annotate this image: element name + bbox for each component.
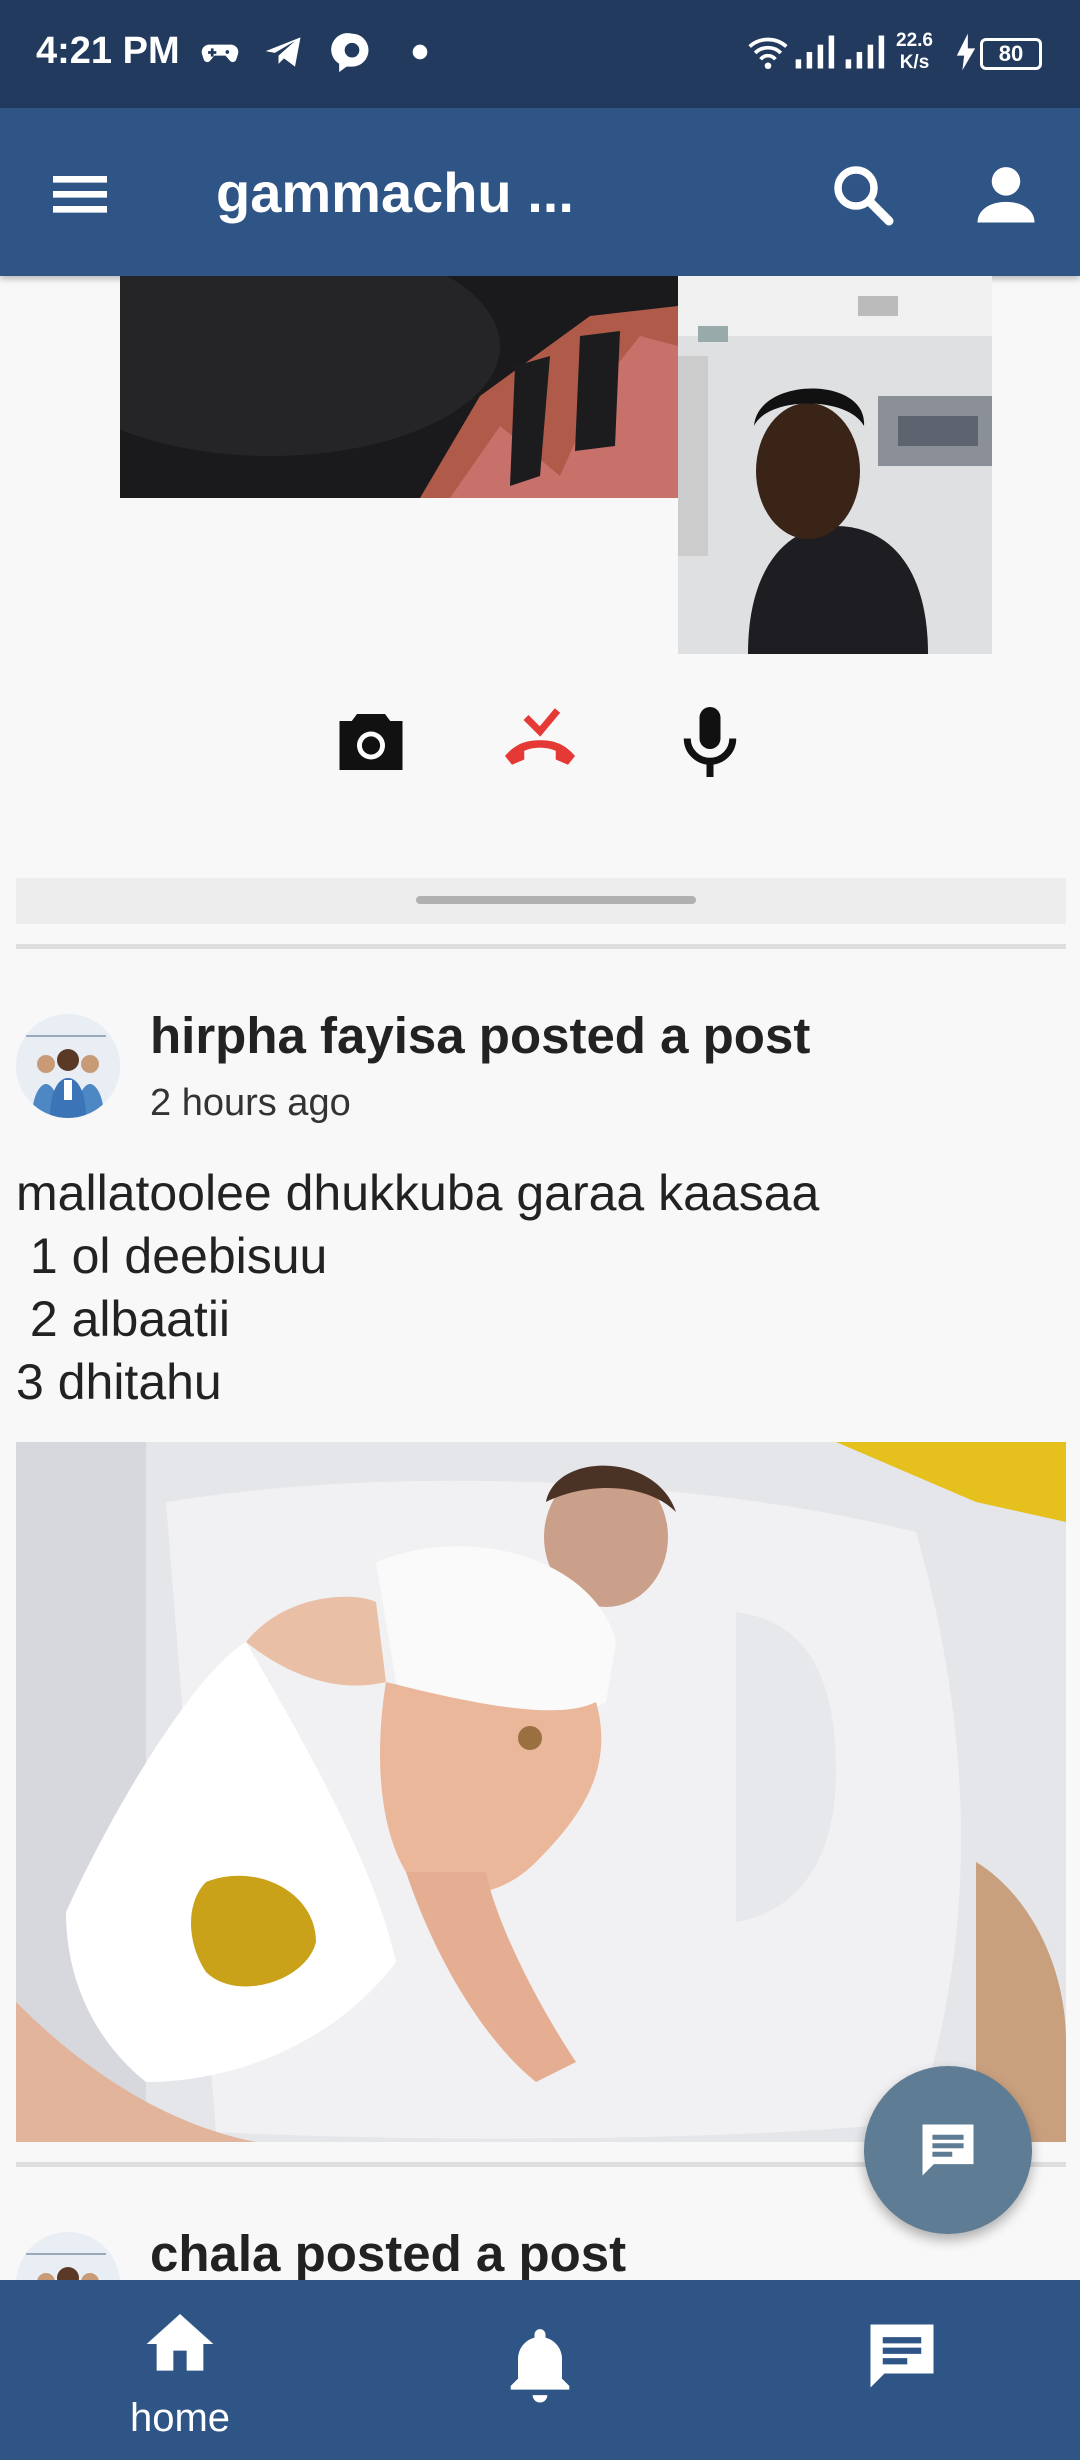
network-speed-unit: K/s — [899, 52, 930, 73]
drag-handle[interactable] — [416, 896, 696, 904]
chat-app-icon — [331, 33, 369, 73]
bell-icon — [510, 2329, 570, 2403]
status-bar: 4:21 PM 22.6 K/s 80 — [0, 0, 1080, 108]
network-speed-value: 22.6 — [896, 30, 933, 51]
page-title: gammachu ... — [216, 161, 574, 224]
signal-icon — [795, 35, 835, 69]
post-body: mallatoolee dhukkuba garaa kaasaa 1 ol d… — [16, 1162, 1056, 1414]
message-icon — [922, 2124, 974, 2176]
charging-icon — [956, 33, 976, 71]
post-image[interactable] — [16, 1442, 1066, 2142]
divider — [16, 944, 1066, 949]
post-body-line: 3 dhitahu — [16, 1354, 222, 1410]
home-icon — [146, 2314, 214, 2371]
wifi-icon — [748, 37, 788, 70]
status-time: 4:21 PM — [36, 30, 180, 72]
remote-video-feed — [120, 276, 678, 498]
menu-icon[interactable] — [44, 158, 116, 230]
post-author-line[interactable]: hirpha fayisa posted a post — [150, 1006, 810, 1065]
nav-messages[interactable] — [800, 2280, 1000, 2460]
post-body-line: 2 albaatii — [16, 1291, 231, 1347]
post-body-line: 1 ol deebisuu — [16, 1228, 328, 1284]
network-speed: 22.6 K/s — [896, 30, 933, 74]
avatar[interactable] — [16, 1014, 120, 1118]
telegram-icon — [265, 37, 301, 67]
dot-icon — [412, 44, 428, 60]
camera-icon[interactable] — [329, 700, 413, 784]
signal-icon — [845, 35, 885, 69]
end-call-icon[interactable] — [498, 700, 582, 784]
gamepad-icon — [201, 44, 239, 63]
app-bar: gammachu ... — [0, 108, 1080, 276]
search-icon[interactable] — [826, 158, 898, 230]
local-video-feed — [678, 276, 992, 654]
bottom-nav: home — [0, 2280, 1080, 2460]
message-icon — [870, 2324, 934, 2388]
nav-notifications[interactable] — [440, 2280, 640, 2460]
post-body-line: mallatoolee dhukkuba garaa kaasaa — [16, 1165, 820, 1221]
nav-home[interactable]: home — [80, 2280, 280, 2460]
panel-drag-area[interactable] — [16, 878, 1066, 924]
post-timestamp: 2 hours ago — [150, 1082, 351, 1124]
battery-indicator: 80 — [980, 38, 1042, 70]
video-call-panel — [0, 276, 1080, 836]
account-icon[interactable] — [968, 156, 1044, 232]
new-message-fab[interactable] — [864, 2066, 1032, 2234]
microphone-icon[interactable] — [668, 700, 752, 784]
nav-home-label: home — [129, 2396, 231, 2440]
post-author-line[interactable]: chala posted a post — [150, 2224, 626, 2283]
